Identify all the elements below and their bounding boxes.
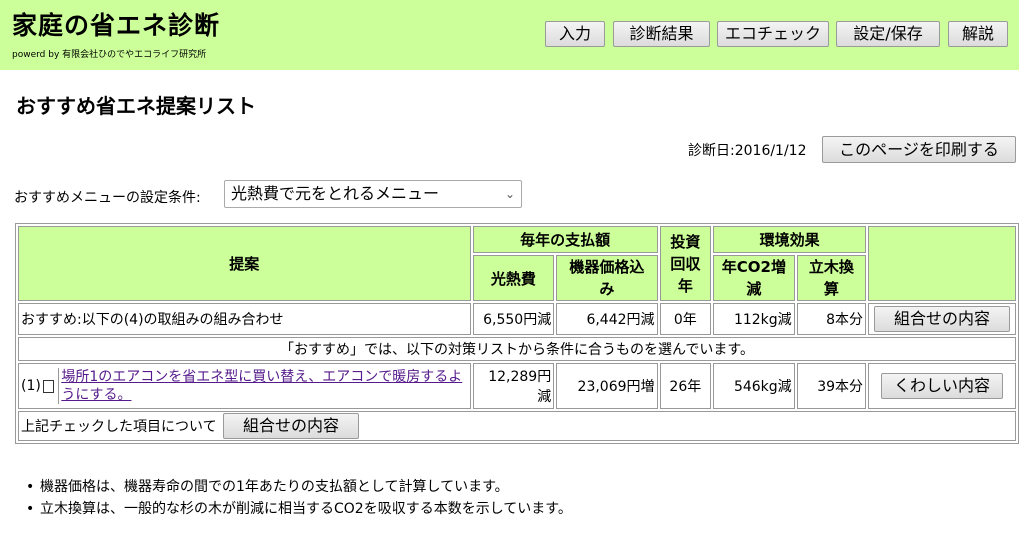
app-header: 家庭の省エネ診断 powerd by 有限会社ひのでやエコライフ研究所 入力 診…: [0, 0, 1019, 70]
notes-list: 機器価格は、機器寿命の間での1年あたりの支払額として計算しています。 立木換算は…: [26, 476, 572, 520]
summary-equipment: 6,442円減: [556, 303, 658, 335]
summary-payback: 0年: [659, 303, 712, 335]
footer-combo-button[interactable]: 組合せの内容: [223, 413, 360, 439]
info-row: 「おすすめ」では、以下の対策リストから条件に合うものを選んでいます。: [18, 337, 1016, 361]
header-trees: 立木換算: [796, 255, 867, 301]
summary-label: おすすめ:以下の(4)の取組みの組み合わせ: [18, 303, 471, 335]
item-link[interactable]: 場所1のエアコンを省エネ型に買い替え、エアコンで暖房するようにする。: [61, 369, 462, 403]
header-payback: 投資 回収年: [659, 226, 712, 301]
nav-ecocheck-button[interactable]: エコチェック: [717, 21, 829, 47]
summary-action-cell: 組合せの内容: [868, 303, 1016, 335]
app-title: 家庭の省エネ診断: [12, 11, 221, 40]
item-utility: 12,289円減: [472, 363, 555, 409]
nav-settings-button[interactable]: 設定/保存: [836, 21, 940, 47]
item-checkbox[interactable]: [42, 379, 55, 393]
note-item: 機器価格は、機器寿命の間での1年あたりの支払額として計算しています。: [26, 476, 572, 498]
item-link-wrap: 場所1のエアコンを省エネ型に買い替え、エアコンで暖房するようにする。: [58, 368, 467, 404]
condition-select[interactable]: 光熱費で元をとれるメニュー ⌄: [224, 180, 522, 208]
summary-combo-button[interactable]: 組合せの内容: [874, 306, 1010, 332]
header-env: 環境効果: [713, 226, 867, 253]
nav-help-button[interactable]: 解説: [948, 21, 1008, 47]
header-proposal: 提案: [18, 226, 471, 301]
header-utility: 光熱費: [472, 255, 555, 301]
chevron-down-icon: ⌄: [504, 187, 515, 201]
summary-co2: 112kg減: [713, 303, 795, 335]
nav-input-button[interactable]: 入力: [545, 21, 605, 47]
print-button[interactable]: このページを印刷する: [822, 136, 1016, 163]
item-cell: (1) 場所1のエアコンを省エネ型に買い替え、エアコンで暖房するようにする。: [18, 363, 471, 409]
diagnosis-date: 診断日:2016/1/12: [688, 143, 807, 159]
nav-results-button[interactable]: 診断結果: [613, 21, 710, 47]
item-trees: 39本分: [796, 363, 867, 409]
item-detail-button[interactable]: くわしい内容: [881, 373, 1003, 399]
header-co2: 年CO2増減: [713, 255, 795, 301]
header-equipment: 機器価格込み: [556, 255, 658, 301]
item-equipment: 23,069円増: [556, 363, 658, 409]
summary-utility: 6,550円減: [472, 303, 555, 335]
condition-label: おすすめメニューの設定条件:: [14, 190, 201, 206]
page-title: おすすめ省エネ提案リスト: [16, 94, 256, 118]
item-payback: 26年: [659, 363, 712, 409]
item-co2: 546kg減: [713, 363, 795, 409]
item-number: (1): [21, 378, 41, 394]
note-item: 立木換算は、一般的な杉の木が削減に相当するCO2を吸収する本数を示しています。: [26, 498, 572, 520]
summary-trees: 8本分: [796, 303, 867, 335]
condition-select-value: 光熱費で元をとれるメニュー: [231, 184, 440, 203]
footer-row: 上記チェックした項目について 組合せの内容: [18, 411, 1016, 441]
item-action-cell: くわしい内容: [868, 363, 1016, 409]
header-action: [868, 226, 1016, 301]
header-annual: 毎年の支払額: [472, 226, 658, 253]
powered-by-text: powerd by 有限会社ひのでやエコライフ研究所: [12, 49, 207, 60]
proposal-table: 提案 毎年の支払額 投資 回収年 環境効果 光熱費 機器価格込み 年CO2増減 立…: [15, 223, 1019, 444]
footer-label: 上記チェックした項目について: [21, 419, 217, 435]
